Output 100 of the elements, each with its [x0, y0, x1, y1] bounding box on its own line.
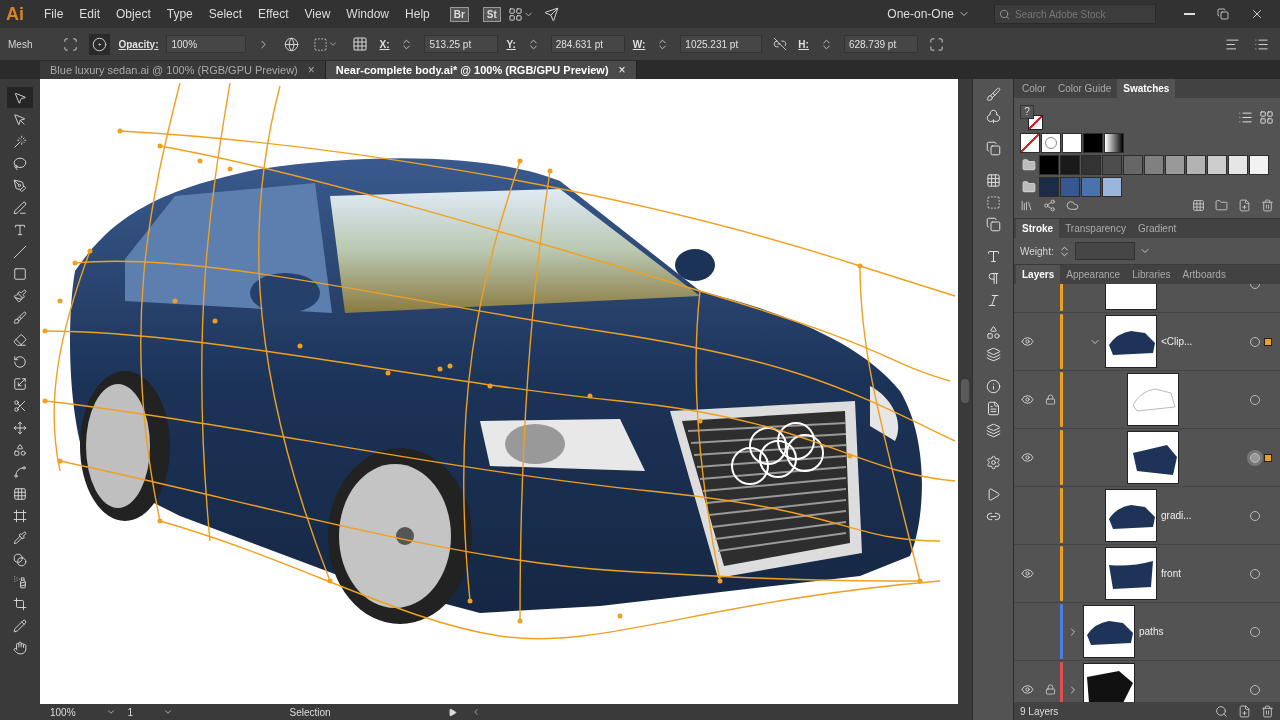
- panel-tab[interactable]: Appearance: [1060, 265, 1127, 284]
- dashed-square-icon: [985, 195, 1001, 210]
- restore-icon: [1217, 8, 1229, 20]
- menu-item[interactable]: Object: [110, 7, 157, 21]
- panel-tab[interactable]: Color: [1016, 79, 1052, 98]
- menu-item[interactable]: View: [298, 7, 337, 21]
- layers-icon: [985, 347, 1001, 362]
- lock-icon[interactable]: [1044, 684, 1056, 695]
- registration-swatch[interactable]: [1041, 133, 1061, 153]
- layer-count: 9 Layers: [1020, 705, 1059, 717]
- coordinate-field[interactable]: 628.739 pt: [843, 35, 918, 53]
- chevron-down-icon: [105, 707, 116, 717]
- color-swatch[interactable]: [1249, 155, 1269, 175]
- eye-icon[interactable]: [1020, 567, 1034, 580]
- line-icon: [13, 244, 27, 259]
- coordinate-field[interactable]: 513.25 pt: [424, 35, 499, 53]
- tab-close-button[interactable]: ×: [618, 63, 626, 77]
- layer-name[interactable]: <Clip...: [1157, 336, 1250, 347]
- hand-icon: [13, 640, 27, 655]
- text-icon: [985, 249, 1001, 264]
- menu-item[interactable]: Select: [202, 7, 249, 21]
- layer-row[interactable]: <Clip...: [1014, 313, 1280, 371]
- color-swatch[interactable]: [1165, 155, 1185, 175]
- coordinate-field[interactable]: 1025.231 pt: [680, 35, 763, 53]
- selection-square[interactable]: [1264, 453, 1272, 462]
- layer-name[interactable]: paths: [1135, 626, 1250, 637]
- tab-close-button[interactable]: ×: [307, 63, 315, 77]
- vertical-scrollbar[interactable]: [958, 79, 972, 704]
- layer-row[interactable]: gradi...: [1014, 487, 1280, 545]
- menu-item[interactable]: Help: [399, 7, 436, 21]
- color-swatch[interactable]: [1207, 155, 1227, 175]
- panel-tab[interactable]: Swatches: [1117, 79, 1176, 98]
- bridge-button[interactable]: Br: [449, 6, 469, 22]
- layer-row[interactable]: [1014, 371, 1280, 429]
- color-swatch[interactable]: [1102, 177, 1122, 197]
- weight-field[interactable]: [1074, 242, 1135, 260]
- menu-item[interactable]: Effect: [252, 7, 295, 21]
- document-tab[interactable]: Blue luxury sedan.ai @ 100% (RGB/GPU Preview) ×: [40, 61, 326, 79]
- eye-icon[interactable]: [1020, 683, 1034, 696]
- color-swatch[interactable]: [1083, 133, 1103, 153]
- grid-view-icon: [1259, 110, 1274, 125]
- panel-tab[interactable]: Artboards: [1176, 265, 1232, 284]
- search-field[interactable]: Search Adobe Stock: [994, 4, 1156, 24]
- panel-tab[interactable]: Transparency: [1059, 219, 1132, 238]
- eye-icon[interactable]: [1020, 335, 1034, 348]
- arrow-pointer-icon: [13, 90, 27, 105]
- tool-button[interactable]: [7, 87, 33, 108]
- color-swatch[interactable]: [1123, 155, 1143, 175]
- opacity-label[interactable]: Opacity:: [118, 38, 159, 50]
- selection-square[interactable]: [1264, 337, 1272, 346]
- gradient-swatch[interactable]: [1104, 133, 1124, 153]
- panel-tab[interactable]: Gradient: [1131, 219, 1183, 238]
- color-swatch[interactable]: [1039, 155, 1059, 175]
- color-swatch[interactable]: [1102, 155, 1122, 175]
- color-swatch[interactable]: [1060, 177, 1080, 197]
- copy-icon: [985, 217, 1001, 232]
- layer-row[interactable]: front: [1014, 545, 1280, 603]
- pointer-icon: [13, 112, 27, 127]
- stock-button[interactable]: St: [482, 6, 501, 22]
- opacity-field[interactable]: 100%: [166, 35, 247, 53]
- layer-name[interactable]: front: [1157, 568, 1250, 579]
- menu-item[interactable]: Window: [340, 7, 396, 21]
- color-swatch[interactable]: [1039, 177, 1059, 197]
- zoom-select[interactable]: 100%: [48, 706, 118, 718]
- none-swatch[interactable]: [1020, 133, 1040, 153]
- selection-mode-label: Mesh: [8, 38, 33, 50]
- color-swatch[interactable]: [1228, 155, 1248, 175]
- eye-icon[interactable]: [1020, 451, 1034, 464]
- workspace-switcher[interactable]: One-on-One: [881, 6, 976, 22]
- broken-link-icon: [773, 37, 788, 51]
- lasso-icon: [13, 156, 27, 171]
- fill-stroke-control[interactable]: ?: [1020, 104, 1044, 131]
- color-swatch[interactable]: [1144, 155, 1164, 175]
- eye-icon[interactable]: [1020, 393, 1034, 406]
- menu-item[interactable]: Type: [160, 7, 199, 21]
- panel-tab[interactable]: Stroke: [1016, 219, 1060, 238]
- isolate-button[interactable]: [89, 33, 111, 55]
- color-swatch[interactable]: [1060, 155, 1080, 175]
- list-view-icon: [1238, 110, 1253, 125]
- lock-icon[interactable]: [1044, 394, 1056, 405]
- color-swatch[interactable]: [1062, 133, 1082, 153]
- panel-tab[interactable]: Layers: [1016, 265, 1061, 284]
- menu-item[interactable]: File: [38, 7, 70, 21]
- panel-tab[interactable]: Libraries: [1126, 265, 1177, 284]
- color-swatch[interactable]: [1186, 155, 1206, 175]
- grid-icon: [1192, 199, 1205, 212]
- menu-item[interactable]: Edit: [73, 7, 107, 21]
- layer-name[interactable]: gradi...: [1157, 510, 1250, 521]
- layer-row[interactable]: paths: [1014, 603, 1280, 661]
- panel-tab[interactable]: Color Guide: [1051, 79, 1118, 98]
- coordinate-field[interactable]: 284.631 pt: [550, 35, 625, 53]
- color-swatch[interactable]: [1081, 155, 1101, 175]
- pen-icon: [13, 178, 27, 193]
- layer-row[interactable]: [1014, 429, 1280, 487]
- new-swatch-icon: [1238, 199, 1251, 212]
- rotate-icon: [13, 354, 27, 369]
- document-tab[interactable]: Near-complete body.ai* @ 100% (RGB/GPU Preview) ×: [325, 61, 637, 79]
- grid-layout-icon: [507, 6, 523, 22]
- club-icon: [985, 109, 1001, 124]
- color-swatch[interactable]: [1081, 177, 1101, 197]
